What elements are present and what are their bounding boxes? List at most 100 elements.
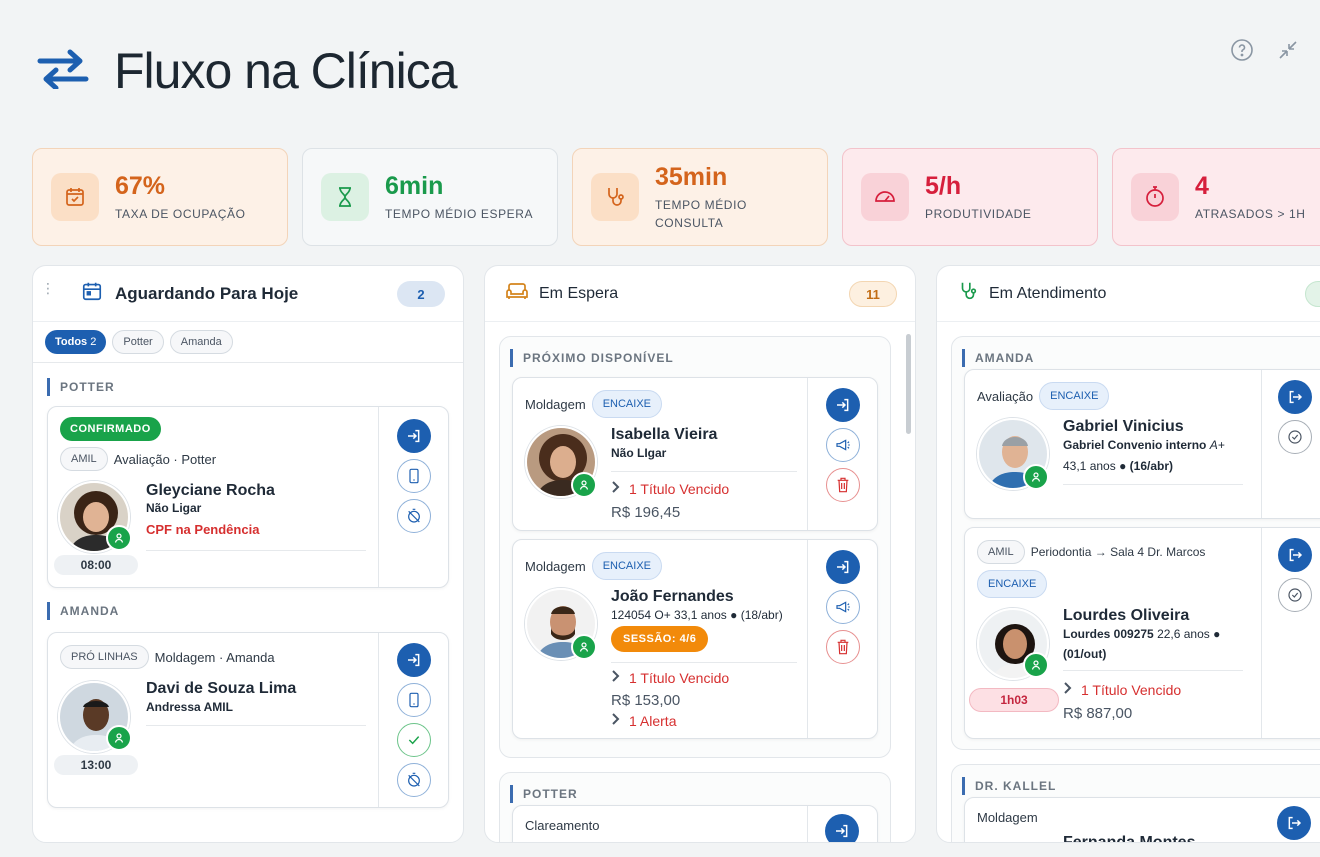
- patient-card[interactable]: Moldagem ENCAIXE Isabella Vieira Não LIg…: [512, 377, 878, 531]
- card-meta: AMIL Avaliação · Potter: [60, 447, 216, 471]
- filter-count: 2: [90, 336, 97, 348]
- patient-info: Lourdes 009275 22,6 anos ●: [1063, 627, 1220, 641]
- filter-potter[interactable]: Potter: [112, 330, 164, 354]
- chevron-right-icon: [611, 669, 621, 687]
- encaixe-tag: ENCAIXE: [977, 570, 1048, 598]
- finish-button[interactable]: [1278, 420, 1312, 454]
- elapsed-time: 1h03: [969, 688, 1059, 712]
- column-waiting: Em Espera 11 PRÓXIMO DISPONÍVEL Moldagem…: [484, 265, 916, 843]
- patient-card[interactable]: Avaliação ENCAIXE Gabriel Vinicius Gabri…: [964, 369, 1320, 519]
- patient-card[interactable]: Moldagem ENCAIXE João Fernandes 124054 O…: [512, 539, 878, 739]
- patient-name: Isabella Vieira: [611, 426, 718, 443]
- kpi-occupancy: 67% TAXA DE OCUPAÇÃO: [32, 148, 288, 246]
- card-actions: [1261, 370, 1320, 518]
- kpi-value: 67%: [115, 171, 166, 200]
- patient-card[interactable]: AMIL Periodontia → Sala 4 Dr. Marcos ENC…: [964, 527, 1320, 739]
- patient-insurance: Gabriel Convenio interno: [1063, 438, 1207, 452]
- card-meta: Avaliação ENCAIXE: [977, 382, 1110, 410]
- section-dr-kallel: DR. KALLEL: [962, 777, 1056, 795]
- patient-info: 124054 O+ 33,1 anos ● (18/abr): [611, 608, 783, 622]
- status-badge: CONFIRMADO: [60, 417, 161, 441]
- encaixe-tag: ENCAIXE: [1039, 382, 1110, 410]
- section-potter: POTTER: [47, 378, 115, 396]
- checkout-button[interactable]: [1277, 806, 1311, 840]
- call-in-button[interactable]: [826, 550, 860, 584]
- card-meta: Moldagem ENCAIXE: [525, 390, 662, 418]
- call-in-button[interactable]: [826, 388, 860, 422]
- minimize-icon[interactable]: [1276, 38, 1300, 62]
- kpi-label: ATRASADOS > 1H: [1195, 206, 1306, 221]
- patient-note: Andressa AMIL: [146, 700, 233, 714]
- confirm-button[interactable]: [397, 723, 431, 757]
- filter-all[interactable]: Todos 2: [45, 330, 107, 354]
- help-icon[interactable]: [1230, 38, 1254, 62]
- no-show-button[interactable]: [397, 763, 431, 797]
- column-count: [1305, 281, 1320, 307]
- overdue-alert[interactable]: 1 Título Vencido: [611, 480, 729, 498]
- patient-name: João Fernandes: [611, 588, 734, 605]
- kpi-value: 4: [1195, 171, 1209, 200]
- drag-handle-icon[interactable]: ⋮: [41, 281, 55, 295]
- column-title: Aguardando Para Hoje: [115, 283, 299, 303]
- checkin-button[interactable]: [397, 643, 431, 677]
- procedure-label: Moldagem: [525, 396, 586, 412]
- patient-name: Lourdes Oliveira: [1063, 607, 1190, 624]
- checkout-button[interactable]: [1278, 538, 1312, 572]
- kpi-label: TEMPO MÉDIO ESPERA: [385, 206, 534, 221]
- balance-amount: R$ 196,45: [611, 504, 681, 521]
- checkin-button[interactable]: [397, 419, 431, 453]
- overdue-alert[interactable]: 1 Título Vencido: [1063, 681, 1181, 699]
- potter-group: POTTER Clareamento: [499, 772, 891, 842]
- card-actions: [1261, 528, 1320, 738]
- next-available-group: PRÓXIMO DISPONÍVEL Moldagem ENCAIXE Isab…: [499, 336, 891, 758]
- procedure-label: Moldagem: [525, 558, 586, 574]
- patient-age: 43,1 anos ● (16/abr): [1063, 459, 1173, 473]
- dr-kallel-group: DR. KALLEL Moldagem Fernanda Montes: [951, 764, 1320, 842]
- megaphone-button[interactable]: [826, 590, 860, 624]
- delete-button[interactable]: [826, 630, 860, 664]
- patient-name: Davi de Souza Lima: [146, 680, 297, 697]
- top-toolbar: [1230, 38, 1300, 62]
- column-header: ⋮ Aguardando Para Hoje 2: [33, 266, 463, 322]
- chevron-right-icon: [611, 480, 621, 498]
- megaphone-button[interactable]: [826, 428, 860, 462]
- delete-button[interactable]: [826, 468, 860, 502]
- checkout-button[interactable]: [1278, 380, 1312, 414]
- user-status-icon: [1023, 652, 1049, 678]
- alert-text: 1 Alerta: [629, 713, 677, 729]
- kpi-label: TEMPO MÉDIO CONSULTA: [655, 196, 747, 232]
- filter-label: Todos: [55, 336, 88, 348]
- alert-link[interactable]: 1 Alerta: [611, 712, 676, 730]
- patient-name: Gleyciane Rocha: [146, 482, 275, 499]
- kpi-label-line2: CONSULTA: [655, 215, 724, 230]
- patient-card[interactable]: PRÓ LINHAS Moldagem · Amanda Davi de Sou…: [47, 632, 449, 808]
- patient-card[interactable]: CONFIRMADO AMIL Avaliação · Potter Gleyc…: [47, 406, 449, 588]
- filter-amanda[interactable]: Amanda: [169, 330, 233, 354]
- column-title: Em Atendimento: [989, 284, 1107, 302]
- user-status-icon: [106, 725, 132, 751]
- no-show-button[interactable]: [397, 499, 431, 533]
- kpi-value: 35min: [655, 162, 728, 191]
- patient-card[interactable]: Moldagem Fernanda Montes: [964, 797, 1320, 842]
- section-next-available: PRÓXIMO DISPONÍVEL: [510, 349, 674, 367]
- card-meta: AMIL Periodontia → Sala 4 Dr. Marcos: [977, 540, 1205, 564]
- phone-button[interactable]: [397, 459, 431, 493]
- scrollbar[interactable]: [906, 334, 911, 434]
- page-title: Fluxo na Clínica: [114, 43, 457, 99]
- call-in-button[interactable]: [825, 814, 859, 842]
- user-status-icon: [571, 472, 597, 498]
- finish-button[interactable]: [1278, 578, 1312, 612]
- overdue-alert[interactable]: 1 Título Vencido: [611, 669, 729, 687]
- procedure-label: Moldagem: [977, 810, 1038, 825]
- stopwatch-icon: [1131, 173, 1179, 221]
- patient-note: Não LIgar: [611, 446, 667, 460]
- stethoscope-icon: [957, 280, 979, 307]
- column-title: Em Espera: [539, 284, 619, 302]
- phone-button[interactable]: [397, 683, 431, 717]
- card-meta: PRÓ LINHAS Moldagem · Amanda: [60, 645, 275, 669]
- encaixe-tag: ENCAIXE: [591, 390, 662, 418]
- patient-card[interactable]: Clareamento: [512, 805, 878, 842]
- kpi-row: 67% TAXA DE OCUPAÇÃO 6min TEMPO MÉDIO ESPE…: [32, 148, 1320, 246]
- patient-date: (18/abr): [740, 608, 783, 622]
- appointment-time: 13:00: [54, 755, 138, 775]
